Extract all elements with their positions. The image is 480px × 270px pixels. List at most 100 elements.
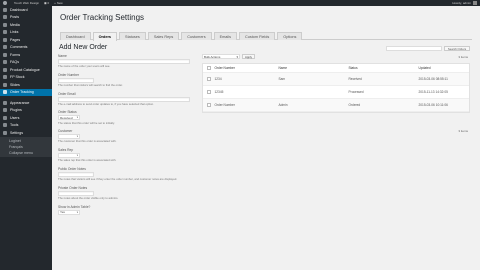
sidebar-item-posts[interactable]: Posts bbox=[0, 14, 52, 22]
tab-sales-reps[interactable]: Sales Reps bbox=[147, 32, 180, 40]
comments-link[interactable]: ◼ 0 bbox=[44, 1, 49, 5]
appearance-icon bbox=[3, 100, 7, 105]
field-input[interactable] bbox=[58, 96, 190, 102]
sidebar-item-label: Comments bbox=[10, 45, 28, 50]
select-all-checkbox[interactable] bbox=[207, 66, 211, 70]
status-cell: Ordered bbox=[348, 103, 361, 107]
table-row[interactable]: 1234 Sam Received 2015-03-06 08:55:11 bbox=[203, 73, 469, 86]
tab-dashboard[interactable]: Dashboard bbox=[60, 32, 91, 40]
orders-table: Order Number Name Status Updated 1234 Sam Rece… bbox=[202, 63, 470, 113]
sidebar-item-label: FP Stock bbox=[10, 75, 25, 80]
form-field: Order Status Received ▾ The status that thi… bbox=[58, 110, 198, 125]
table-row[interactable]: 12345 Processed 2015-11-13 14:32:05 bbox=[203, 86, 469, 99]
field-label: Private Order Notes bbox=[58, 185, 88, 190]
form-fields: Name The name of the order your users wil… bbox=[58, 54, 198, 215]
faq-icon bbox=[3, 60, 7, 65]
sidebar-item-label: Users bbox=[10, 115, 20, 120]
stock-icon bbox=[3, 75, 7, 80]
field-label: Order Number bbox=[58, 72, 80, 77]
sidebar-item-media[interactable]: Media bbox=[0, 21, 52, 29]
field-select-value: Received bbox=[60, 115, 73, 120]
new-content-link[interactable]: + New bbox=[54, 1, 63, 5]
sidebar-item-comments[interactable]: Comments bbox=[0, 44, 52, 52]
bulk-actions-row: Bulk Actions ▾ Apply bbox=[202, 54, 255, 59]
sidebar-item-forms[interactable]: Forms bbox=[0, 51, 52, 59]
table-row[interactable]: Order Number Admin Ordered 2015-03-06 10:11… bbox=[203, 99, 469, 112]
sidebar-item-pages[interactable]: Pages bbox=[0, 36, 52, 44]
updated-cell: 2015-03-06 08:55:11 bbox=[418, 77, 448, 81]
comment-icon bbox=[3, 45, 7, 50]
bulk-actions-select[interactable]: Bulk Actions ▾ bbox=[202, 54, 240, 59]
name-cell: Sam bbox=[278, 77, 286, 81]
tab-emails[interactable]: Emails bbox=[213, 32, 237, 40]
sidebar-item-label: Pages bbox=[10, 37, 21, 42]
sidebar-item-settings[interactable]: Settings bbox=[0, 129, 52, 137]
sidebar-item-order-tracking[interactable]: Order Tracking bbox=[0, 88, 52, 96]
site-name-link[interactable]: Touch Web Design bbox=[14, 1, 39, 5]
field-select[interactable]: Received ▾ bbox=[58, 115, 80, 121]
user-menu[interactable]: Howdy, admin bbox=[452, 1, 477, 5]
sidebar-item-users[interactable]: Users bbox=[0, 114, 52, 122]
sidebar-item-fp-stock[interactable]: FP Stock bbox=[0, 74, 52, 82]
row-checkbox[interactable] bbox=[207, 77, 211, 81]
admin-menu: Dashboard Posts Media Links Pages Comments For… bbox=[0, 6, 52, 137]
order-number-cell[interactable]: 1234 bbox=[215, 77, 279, 81]
column-header[interactable]: Name bbox=[279, 66, 349, 70]
field-label: Order Email bbox=[58, 91, 76, 96]
order-number-cell[interactable]: Order Number bbox=[215, 103, 279, 107]
name-cell: Admin bbox=[278, 103, 288, 107]
tools-icon bbox=[3, 123, 7, 128]
tab-statuses[interactable]: Statuses bbox=[119, 32, 146, 40]
table-header: Order Number Name Status Updated bbox=[203, 64, 469, 73]
field-select[interactable]: Yes ▾ bbox=[58, 209, 80, 215]
sidebar-item-dashboard[interactable]: Dashboard bbox=[0, 6, 52, 14]
tab-custom-fields[interactable]: Custom Fields bbox=[239, 32, 276, 40]
form-field: Customer ▾ The customer that this order is… bbox=[58, 129, 198, 144]
wordpress-logo[interactable] bbox=[3, 1, 9, 5]
tab-customers[interactable]: Customers bbox=[181, 32, 212, 40]
order-number-cell[interactable]: 12345 bbox=[215, 90, 279, 94]
form-title: Add New Order bbox=[59, 44, 108, 51]
column-header[interactable]: Updated bbox=[419, 66, 470, 70]
sidebar-extra-items: Loginet Français Collapse menu bbox=[0, 136, 52, 157]
column-header[interactable]: Order Number bbox=[215, 66, 279, 70]
main-content: Order Tracking Settings Dashboard Orders S… bbox=[52, 6, 480, 270]
search-input[interactable] bbox=[386, 46, 442, 51]
sidebar-item-plugins[interactable]: Plugins bbox=[0, 107, 52, 115]
catalogue-icon bbox=[3, 67, 7, 72]
updated-cell: 2015-03-06 10:11:06 bbox=[418, 103, 448, 107]
field-label: Order Status bbox=[58, 110, 77, 115]
field-help: The e-mail address to send order updates… bbox=[58, 101, 154, 106]
page-title: Order Tracking Settings bbox=[60, 13, 145, 22]
plugin-icon bbox=[3, 108, 7, 113]
sidebar-item-label: Forms bbox=[10, 52, 21, 57]
form-field: Sales Rep ▾ The sales rep that this order … bbox=[58, 148, 198, 163]
sidebar-item-links[interactable]: Links bbox=[0, 29, 52, 37]
sidebar-extra-item[interactable]: Collapse menu bbox=[0, 150, 52, 156]
sidebar-item-faqs[interactable]: FAQs bbox=[0, 59, 52, 67]
sidebar-item-slides[interactable]: Slides bbox=[0, 81, 52, 89]
sidebar-item-tools[interactable]: Tools bbox=[0, 122, 52, 130]
sidebar-item-product-catalogue[interactable]: Product Catalogue bbox=[0, 66, 52, 74]
field-label: Name bbox=[58, 54, 67, 58]
sidebar-item-label: Posts bbox=[10, 15, 19, 20]
form-field: Name The name of the order your users wil… bbox=[58, 54, 198, 69]
add-order-form: Add New Order Name The name of the order … bbox=[58, 44, 198, 219]
tab-orders[interactable]: Orders bbox=[92, 32, 118, 41]
field-input[interactable] bbox=[58, 190, 94, 196]
settings-tabs: Dashboard Orders Statuses Sales Reps Custome… bbox=[60, 29, 472, 41]
form-field: Order Email The e-mail address to send or… bbox=[58, 92, 198, 107]
tab-options[interactable]: Options bbox=[277, 32, 303, 40]
row-checkbox[interactable] bbox=[207, 103, 211, 107]
column-header[interactable]: Status bbox=[349, 66, 419, 70]
pin-icon bbox=[3, 15, 7, 20]
apply-button[interactable]: Apply bbox=[242, 54, 255, 59]
search-orders-button[interactable]: Search Orders bbox=[444, 46, 470, 51]
chevron-down-icon: ▾ bbox=[76, 135, 78, 139]
field-select-value: Yes bbox=[60, 210, 65, 214]
chevron-down-icon: ▾ bbox=[76, 154, 78, 158]
link-icon bbox=[3, 30, 7, 35]
row-checkbox[interactable] bbox=[207, 90, 211, 94]
field-label: Public Order Notes bbox=[58, 166, 86, 171]
sidebar-item-appearance[interactable]: Appearance bbox=[0, 99, 52, 107]
